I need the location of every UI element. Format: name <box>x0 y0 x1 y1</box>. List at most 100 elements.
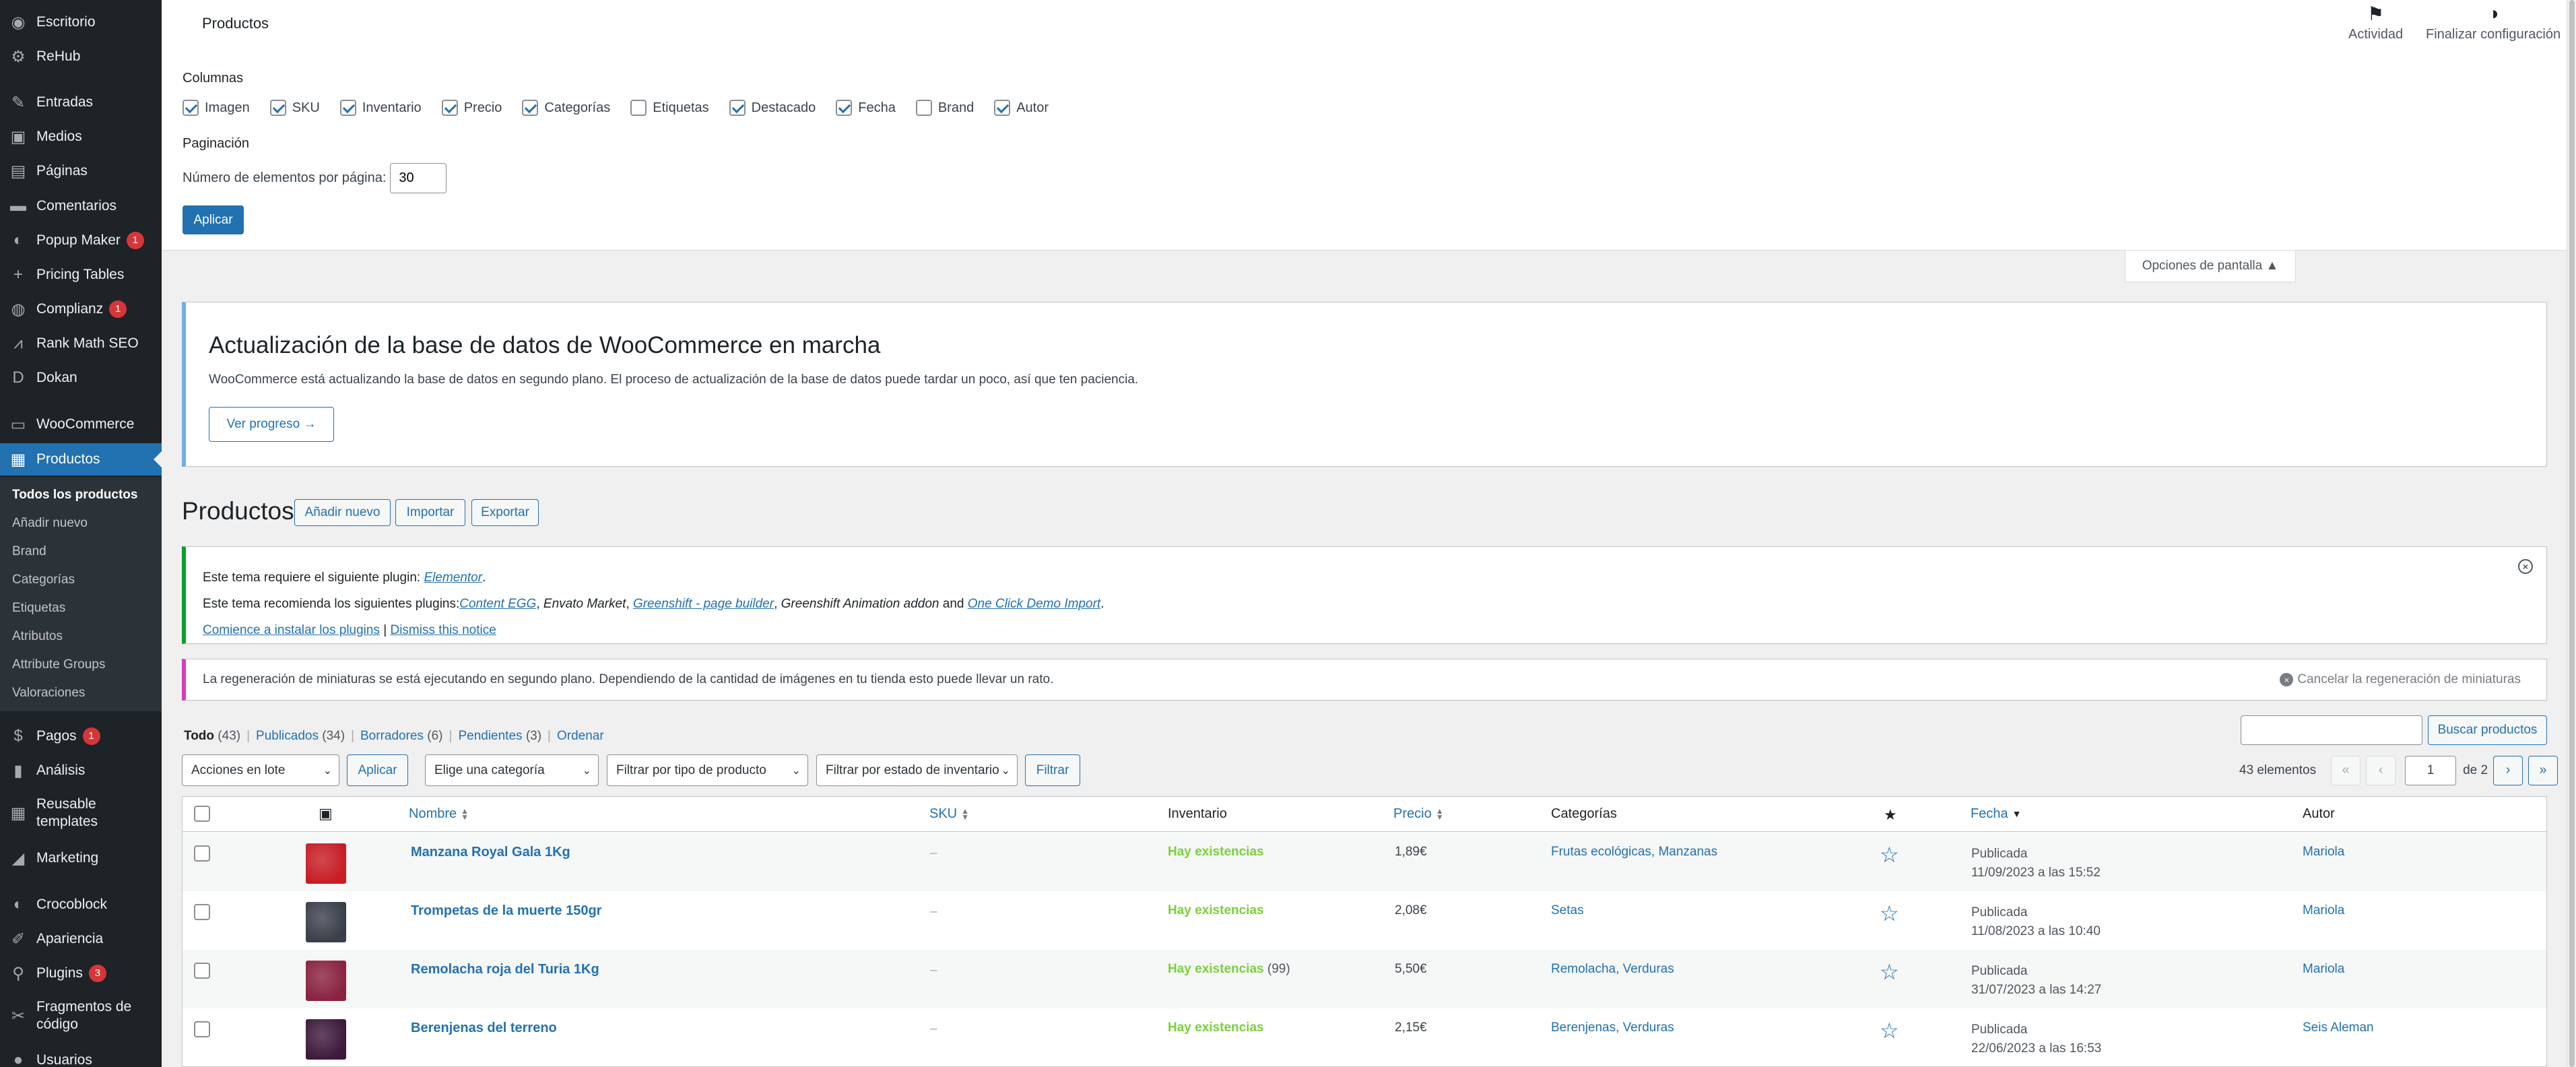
checkbox[interactable] <box>183 100 199 116</box>
sidebar-item-plugins[interactable]: ⚲ Plugins 3 <box>0 957 162 990</box>
stock-status-filter-select[interactable]: Filtrar por estado de inventario ⌄ <box>816 754 1018 786</box>
sidebar-item-pagos[interactable]: $ Pagos 1 <box>0 720 162 752</box>
product-categories[interactable]: Berenjenas, Verduras <box>1551 1021 1674 1035</box>
product-thumbnail[interactable] <box>306 902 346 942</box>
featured-star-icon[interactable]: ☆ <box>1880 901 1899 926</box>
row-checkbox[interactable] <box>194 845 210 862</box>
product-thumbnail[interactable] <box>306 961 346 1001</box>
featured-star-icon[interactable]: ☆ <box>1880 842 1899 868</box>
sidebar-item-productos[interactable]: ▦ Productos <box>0 443 162 476</box>
product-name-link[interactable]: Trompetas de la muerte 150gr <box>411 903 601 919</box>
view-drafts[interactable]: Borradores (6) <box>360 729 443 744</box>
activity-button[interactable]: ⚑ Actividad <box>2348 0 2403 42</box>
row-checkbox[interactable] <box>194 904 210 920</box>
product-categories[interactable]: Setas <box>1551 903 1584 918</box>
view-all[interactable]: Todo (43) <box>184 729 240 744</box>
product-author-link[interactable]: Mariola <box>2303 845 2344 860</box>
sidebar-item-analisis[interactable]: ▮ Análisis <box>0 754 162 787</box>
view-published[interactable]: Publicados (34) <box>256 729 345 744</box>
column-toggle-inventario[interactable]: Inventario <box>339 100 422 116</box>
sidebar-item-fragmentos-codigo[interactable]: ✂ Fragmentos de código <box>0 992 162 1040</box>
product-name-link[interactable]: Berenjenas del terreno <box>411 1021 557 1036</box>
product-thumbnail[interactable] <box>306 843 346 884</box>
sidebar-item-reusable-templates[interactable]: ▦ Reusable templates <box>0 789 162 837</box>
checkbox[interactable] <box>915 100 932 116</box>
checkbox[interactable] <box>441 100 458 116</box>
sidebar-item-comentarios[interactable]: ▬ Comentarios <box>0 190 162 222</box>
install-plugins-link[interactable]: Comience a instalar los plugins <box>203 623 380 637</box>
submenu-item-etiquetas[interactable]: Etiquetas <box>12 601 65 616</box>
product-categories[interactable]: Remolacha, Verduras <box>1551 962 1674 977</box>
sidebar-item-paginas[interactable]: ▤ Páginas <box>0 155 162 187</box>
sidebar-item-popup-maker[interactable]: ◐ Popup Maker 1 <box>0 224 162 257</box>
filter-button[interactable]: Filtrar <box>1025 754 1080 786</box>
product-thumbnail[interactable] <box>306 1019 346 1060</box>
submenu-item-categorias[interactable]: Categorías <box>12 573 75 587</box>
content-egg-link[interactable]: Content EGG <box>459 597 536 611</box>
column-header-price[interactable]: Precio ▲ ▼ <box>1393 806 1444 822</box>
column-toggle-brand[interactable]: Brand <box>915 100 974 116</box>
sidebar-item-rank-math[interactable]: ⩘ Rank Math SEO <box>0 327 162 360</box>
submenu-item-valoraciones[interactable]: Valoraciones <box>12 686 85 701</box>
finish-setup-button[interactable]: ◑ Finalizar configuración <box>2426 0 2561 42</box>
sidebar-item-rehub[interactable]: ⚙ ReHub <box>0 40 162 73</box>
add-new-button[interactable]: Añadir nuevo <box>294 499 391 526</box>
checkbox[interactable] <box>729 100 746 116</box>
row-checkbox[interactable] <box>194 1021 210 1037</box>
sidebar-item-escritorio[interactable]: ◉ Escritorio <box>0 6 162 38</box>
last-page-icon[interactable]: » <box>2528 755 2558 785</box>
column-toggle-destacado[interactable]: Destacado <box>729 100 816 116</box>
sidebar-item-entradas[interactable]: ✎ Entradas <box>0 86 162 119</box>
per-page-input[interactable] <box>390 163 447 193</box>
checkbox[interactable] <box>339 100 356 116</box>
close-icon[interactable]: × <box>2518 559 2533 574</box>
scrollbar-thumb[interactable] <box>2569 0 2575 1067</box>
checkbox[interactable] <box>836 100 853 116</box>
current-page-input[interactable]: 1 <box>2405 755 2457 785</box>
product-type-filter-select[interactable]: Filtrar por tipo de producto ⌄ <box>607 754 808 786</box>
export-button[interactable]: Exportar <box>471 499 539 526</box>
submenu-item-anadir-nuevo[interactable]: Añadir nuevo <box>12 516 88 531</box>
vertical-scrollbar[interactable] <box>2567 0 2576 1067</box>
row-checkbox[interactable] <box>194 963 210 979</box>
checkbox[interactable] <box>522 100 539 116</box>
column-toggle-etiquetas[interactable]: Etiquetas <box>630 100 709 116</box>
submenu-item-attribute-groups[interactable]: Attribute Groups <box>12 657 105 672</box>
checkbox[interactable] <box>630 100 647 116</box>
column-toggle-sku[interactable]: SKU <box>269 100 320 116</box>
product-author-link[interactable]: Seis Aleman <box>2303 1021 2374 1035</box>
checkbox[interactable] <box>994 100 1011 116</box>
cancel-regeneration-link[interactable]: × Cancelar la regeneración de miniaturas <box>2280 672 2521 687</box>
screen-options-apply-button[interactable]: Aplicar <box>183 205 244 234</box>
elementor-link[interactable]: Elementor <box>424 571 482 585</box>
sidebar-item-crocoblock[interactable]: ◐ Crocoblock <box>0 888 162 921</box>
select-all-checkbox[interactable] <box>194 806 210 822</box>
bulk-actions-select[interactable]: Acciones en lote ⌄ <box>182 754 339 786</box>
featured-star-icon[interactable]: ☆ <box>1880 959 1899 985</box>
view-pending[interactable]: Pendientes (3) <box>458 729 541 744</box>
column-toggle-categorias[interactable]: Categorías <box>522 100 610 116</box>
sidebar-item-usuarios[interactable]: ● Usuarios <box>0 1044 162 1067</box>
sidebar-item-medios[interactable]: ▣ Medios <box>0 121 162 153</box>
view-sort[interactable]: Ordenar <box>557 729 604 744</box>
sidebar-item-apariencia[interactable]: ✐ Apariencia <box>0 923 162 955</box>
product-author-link[interactable]: Mariola <box>2303 903 2344 918</box>
submenu-item-todos-productos[interactable]: Todos los productos <box>12 488 137 503</box>
column-toggle-precio[interactable]: Precio <box>441 100 502 116</box>
column-header-sku[interactable]: SKU ▲ ▼ <box>929 806 969 822</box>
sidebar-item-pricing-tables[interactable]: + Pricing Tables <box>0 259 162 291</box>
submenu-item-brand[interactable]: Brand <box>12 544 46 559</box>
dismiss-notice-link[interactable]: Dismiss this notice <box>390 623 496 637</box>
search-input[interactable] <box>2241 715 2422 745</box>
product-name-link[interactable]: Manzana Royal Gala 1Kg <box>411 845 570 860</box>
column-header-name[interactable]: Nombre ▲ ▼ <box>409 806 469 822</box>
product-categories[interactable]: Frutas ecológicas, Manzanas <box>1551 845 1717 860</box>
sidebar-item-woocommerce[interactable]: ▭ WooCommerce <box>0 408 162 441</box>
column-toggle-imagen[interactable]: Imagen <box>183 100 250 116</box>
bulk-apply-button[interactable]: Aplicar <box>347 754 408 786</box>
import-button[interactable]: Importar <box>395 499 465 526</box>
sidebar-item-dokan[interactable]: D Dokan <box>0 362 162 394</box>
screen-options-tab[interactable]: Opciones de pantalla ▲ <box>2125 251 2296 282</box>
featured-star-icon[interactable]: ☆ <box>1880 1018 1899 1043</box>
checkbox[interactable] <box>269 100 286 116</box>
